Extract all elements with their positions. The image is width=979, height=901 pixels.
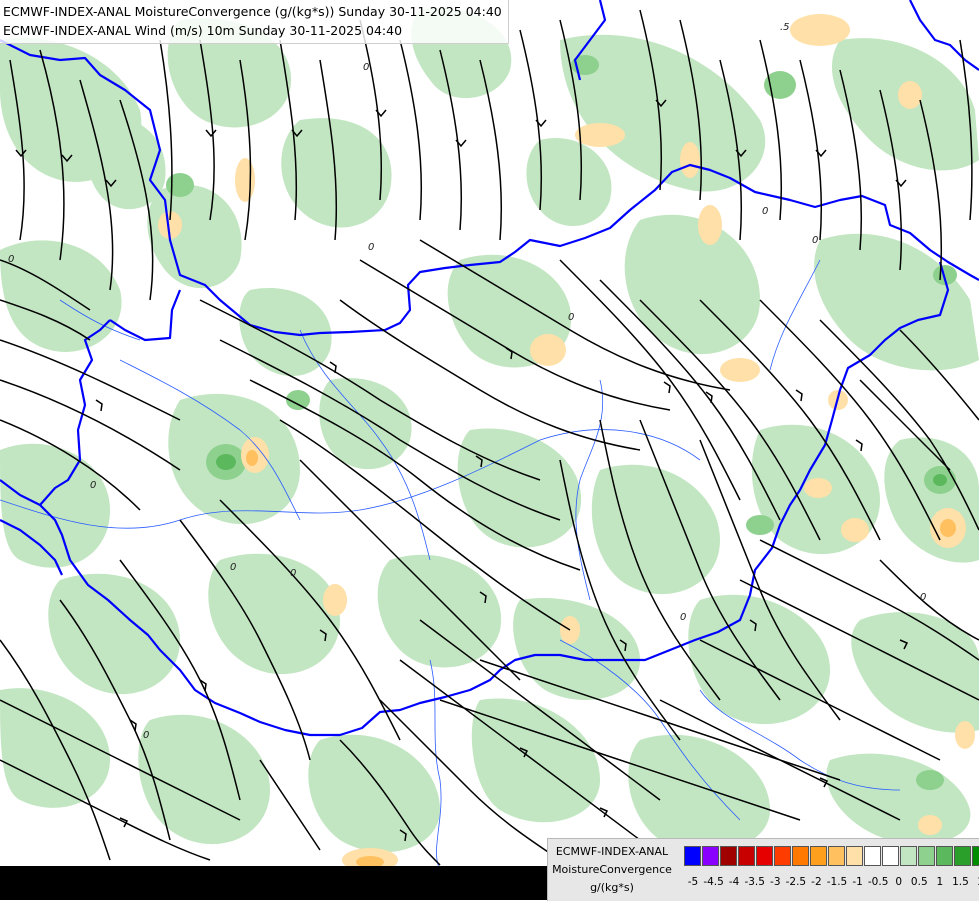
- svg-text:0: 0: [290, 568, 296, 579]
- legend-tick-label: 1.5: [952, 876, 969, 888]
- svg-text:0: 0: [680, 612, 686, 623]
- legend-tick-label: 0: [895, 876, 903, 888]
- legend-tick-label: -4: [728, 876, 740, 888]
- svg-text:0: 0: [920, 592, 926, 603]
- map-title-wind: ECMWF-INDEX-ANAL Wind (m/s) 10m Sunday 3…: [3, 23, 403, 38]
- no-data-strip: [0, 866, 547, 900]
- legend-title-line-3: g/(kg*s): [590, 881, 634, 894]
- legend-tick-label: -2.5: [785, 876, 807, 888]
- map-title-moisture: ECMWF-INDEX-ANAL MoistureConvergence (g/…: [3, 4, 502, 19]
- legend-tick-labels: -5-4.5-4-3.5-3-2.5-2-1.5-1-0.500.511.52: [684, 876, 979, 890]
- legend-swatch: [936, 846, 953, 866]
- map-title-box: ECMWF-INDEX-ANAL MoistureConvergence (g/…: [0, 0, 509, 44]
- svg-text:0: 0: [812, 235, 818, 246]
- svg-text:0: 0: [8, 254, 14, 265]
- legend-swatch: [918, 846, 935, 866]
- legend-tick-label: -1.5: [826, 876, 848, 888]
- legend-swatch: [972, 846, 979, 866]
- legend-swatch: [720, 846, 737, 866]
- legend: ECMWF-INDEX-ANAL MoistureConvergence g/(…: [547, 838, 979, 901]
- svg-text:0: 0: [230, 562, 236, 573]
- svg-text:0: 0: [90, 480, 96, 491]
- legend-color-swatches: [684, 846, 979, 866]
- legend-title-line-1: ECMWF-INDEX-ANAL: [555, 845, 669, 858]
- legend-swatch: [810, 846, 827, 866]
- legend-swatch: [828, 846, 845, 866]
- legend-swatch: [954, 846, 971, 866]
- svg-text:.5: .5: [780, 22, 790, 33]
- legend-tick-label: -3.5: [744, 876, 765, 888]
- legend-tick-label: -0.5: [867, 876, 889, 888]
- legend-tick-label: -5: [687, 876, 699, 888]
- svg-text:0: 0: [762, 206, 768, 217]
- legend-tick-label: 0.5: [910, 876, 928, 888]
- map-canvas[interactable]: 0 0 0 0 0 0 0 0 0 0 0 0 .5: [0, 0, 979, 900]
- legend-tick-label: 1: [936, 876, 944, 888]
- svg-text:0: 0: [363, 62, 369, 73]
- legend-swatch: [846, 846, 863, 866]
- legend-tick-label: -4.5: [703, 876, 724, 888]
- legend-tick-label: -2: [811, 876, 822, 888]
- legend-title-line-2: MoistureConvergence: [552, 863, 672, 876]
- legend-swatch: [864, 846, 881, 866]
- svg-text:0: 0: [143, 730, 149, 741]
- legend-swatch: [738, 846, 755, 866]
- legend-swatch: [774, 846, 791, 866]
- legend-swatch: [684, 846, 701, 866]
- legend-tick-label: -1: [852, 876, 863, 888]
- legend-swatch: [756, 846, 773, 866]
- svg-text:0: 0: [368, 242, 374, 253]
- legend-tick-label: -3: [770, 876, 781, 888]
- legend-swatch: [900, 846, 917, 866]
- legend-swatch: [792, 846, 809, 866]
- legend-swatch: [702, 846, 719, 866]
- svg-text:0: 0: [568, 312, 574, 323]
- legend-swatch: [882, 846, 899, 866]
